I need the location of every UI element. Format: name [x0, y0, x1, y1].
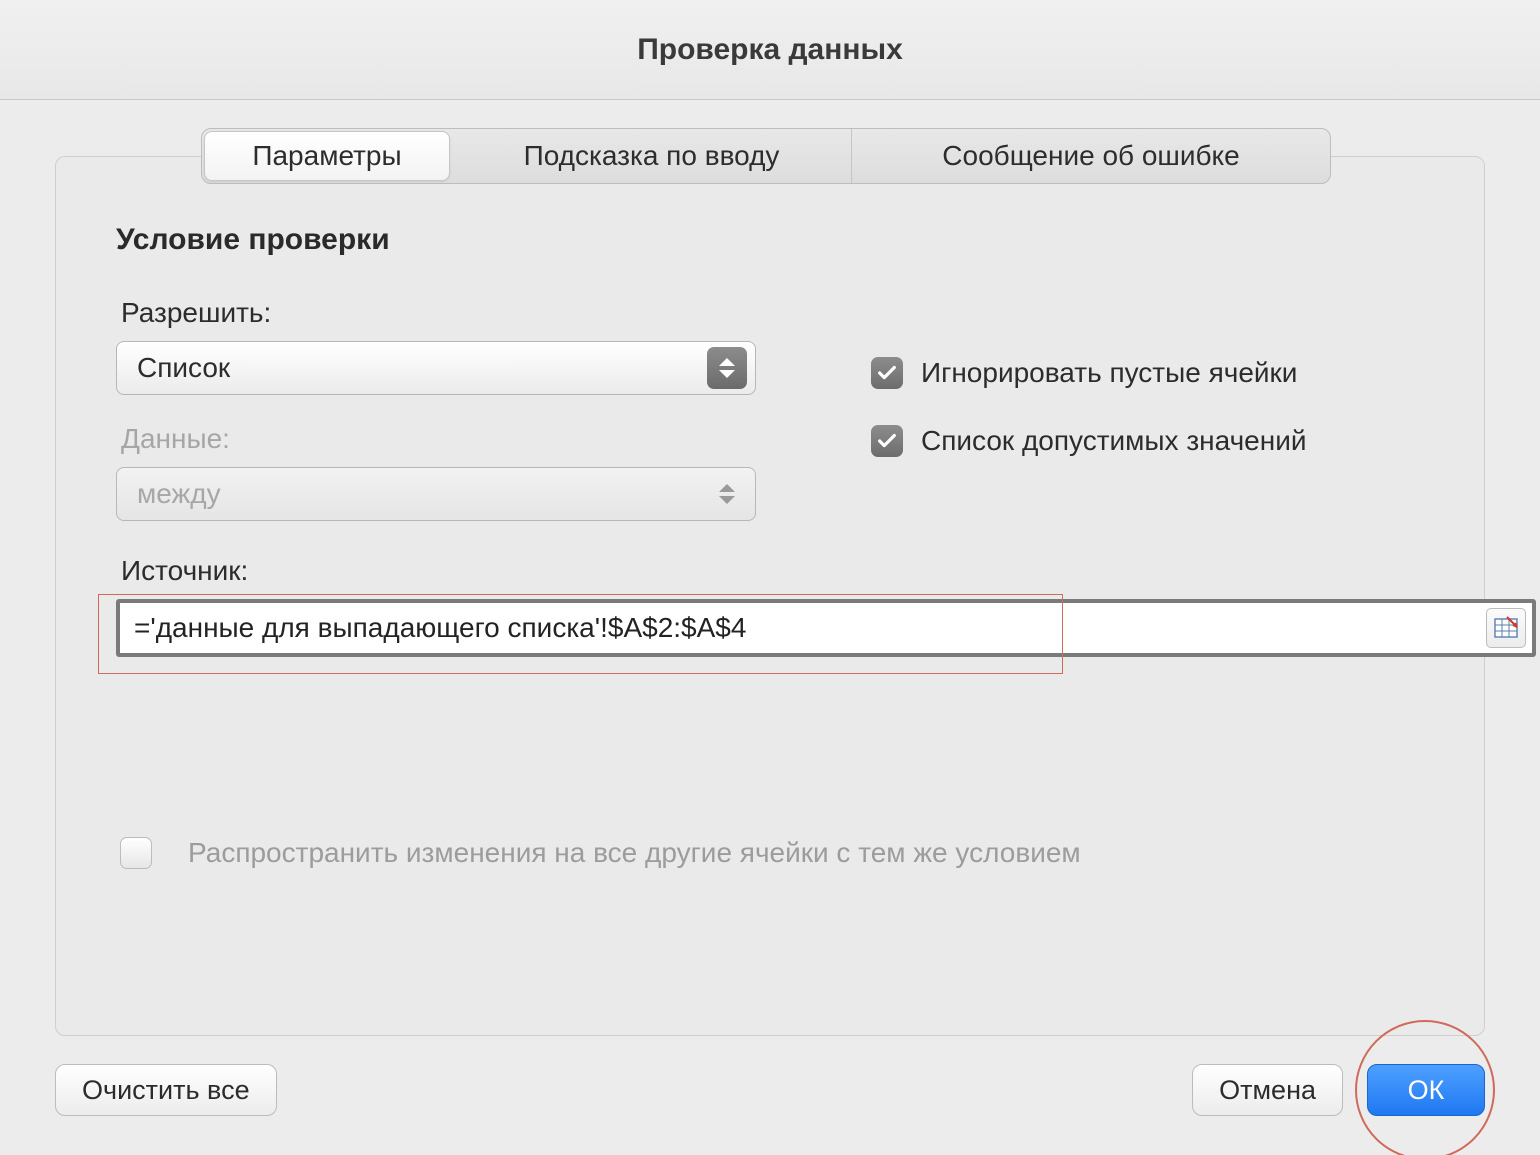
clear-all-button[interactable]: Очистить все — [55, 1064, 277, 1116]
data-label: Данные: — [121, 423, 771, 455]
criteria-heading: Условие проверки — [116, 223, 1434, 257]
data-select-value: между — [137, 478, 707, 510]
data-select: между — [116, 467, 756, 521]
range-picker-icon — [1493, 615, 1519, 641]
criteria-right-column: Игнорировать пустые ячейки Список допуст… — [871, 297, 1306, 493]
source-input-value: ='данные для выпадающего списка'!$A$2:$A… — [134, 612, 1486, 644]
cancel-button[interactable]: Отмена — [1192, 1064, 1343, 1116]
propagate-checkbox — [120, 837, 152, 869]
propagate-label: Распространить изменения на все другие я… — [188, 837, 1081, 869]
check-icon — [876, 430, 898, 452]
tab-settings[interactable]: Параметры — [204, 131, 450, 181]
range-picker-button[interactable] — [1486, 608, 1526, 648]
tab-bar: Параметры Подсказка по вводу Сообщение о… — [201, 128, 1331, 184]
in-cell-dropdown-checkbox[interactable] — [871, 425, 903, 457]
check-icon — [876, 362, 898, 384]
allow-select-value: Список — [137, 352, 707, 384]
ignore-blank-checkbox[interactable] — [871, 357, 903, 389]
tab-error-alert[interactable]: Сообщение об ошибке — [852, 129, 1330, 183]
dialog-title: Проверка данных — [0, 0, 1540, 100]
ignore-blank-label: Игнорировать пустые ячейки — [921, 357, 1297, 389]
updown-icon — [707, 347, 747, 389]
settings-panel: Условие проверки Разрешить: Список Данны… — [55, 156, 1485, 1036]
in-cell-dropdown-label: Список допустимых значений — [921, 425, 1306, 457]
updown-icon — [707, 473, 747, 515]
allow-label: Разрешить: — [121, 297, 771, 329]
source-input[interactable]: ='данные для выпадающего списка'!$A$2:$A… — [116, 599, 1536, 657]
allow-select[interactable]: Список — [116, 341, 756, 395]
ok-button[interactable]: ОК — [1367, 1064, 1485, 1116]
criteria-left-column: Разрешить: Список Данные: между — [116, 297, 771, 549]
dialog-footer: Очистить все Отмена ОК — [0, 1036, 1540, 1116]
source-label: Источник: — [121, 555, 1434, 587]
dialog-content: Параметры Подсказка по вводу Сообщение о… — [0, 100, 1540, 1036]
tab-input-message[interactable]: Подсказка по вводу — [452, 129, 852, 183]
